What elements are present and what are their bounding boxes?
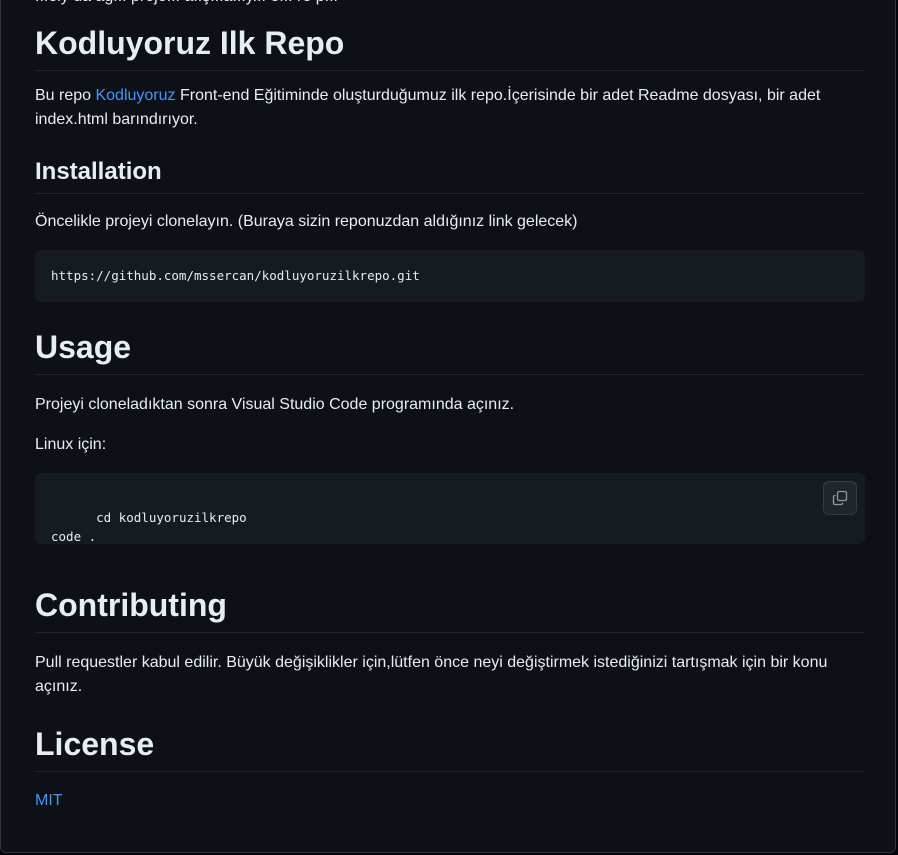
intro-prefix: Bu repo	[35, 87, 96, 104]
readme-container: ...ely da ag... proje... a..ş...a...y...…	[0, 0, 896, 853]
readme-title: Kodluyoruz Ilk Repo	[35, 23, 865, 71]
copy-button[interactable]	[823, 481, 857, 515]
usage-code-block[interactable]: cd kodluyoruzilkrepo code .	[35, 473, 865, 544]
mit-license-link[interactable]: MIT	[35, 792, 63, 809]
installation-code-block[interactable]: https://github.com/mssercan/kodluyoruzil…	[35, 250, 865, 302]
license-heading: License	[35, 724, 865, 772]
linux-label: Linux için:	[35, 436, 107, 453]
intro-paragraph: Bu repo Kodluyoruz Front-end Eğitiminde …	[35, 84, 865, 132]
copy-icon	[832, 490, 848, 506]
kodluyoruz-link[interactable]: Kodluyoruz	[95, 87, 175, 104]
usage-text: Projeyi cloneladıktan sonra Visual Studi…	[35, 396, 515, 413]
installation-text: Öncelikle projeyi clonelayın. (Buraya si…	[35, 213, 578, 230]
usage-heading: Usage	[35, 327, 865, 375]
license-paragraph: MIT	[35, 789, 865, 813]
installation-code: https://github.com/mssercan/kodluyoruzil…	[51, 268, 420, 283]
usage-code: cd kodluyoruzilkrepo code .	[51, 510, 247, 544]
clipped-paragraph: ...ely da ag... proje... a..ş...a...y...…	[35, 0, 338, 9]
contributing-text: Pull requestler kabul edilir. Büyük deği…	[35, 654, 828, 695]
installation-heading: Installation	[35, 157, 865, 194]
contributing-heading: Contributing	[35, 585, 865, 633]
